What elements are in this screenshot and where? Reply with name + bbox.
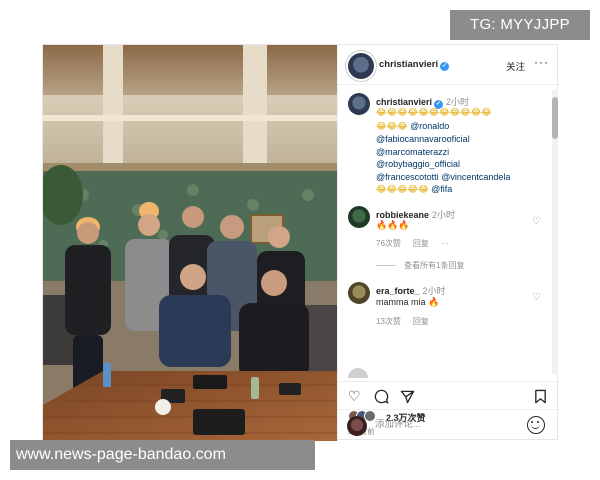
- comment-time: 2小时: [432, 210, 456, 220]
- laughing-emoji-row: 😂😂😂😂😂: [376, 185, 429, 195]
- laughing-emoji-row: 😂😂😂: [376, 121, 408, 132]
- comment-username-text[interactable]: era_forte_: [376, 286, 420, 296]
- group-photo-image: [43, 45, 337, 441]
- view-replies-button[interactable]: 查看所有1条回复: [376, 260, 464, 271]
- send-icon[interactable]: [400, 389, 415, 408]
- comment-meta: 13次赞 回复: [376, 316, 441, 327]
- comments-scroll-area[interactable]: christianvieri ✓ 2小时 😂😂😂😂😂😂😂😂😂😂😂 😂😂😂 @rona…: [338, 86, 560, 378]
- caption-username-text[interactable]: christianvieri: [376, 97, 432, 107]
- comment-avatar[interactable]: [348, 282, 370, 304]
- mention-fifa[interactable]: @fifa: [431, 184, 452, 194]
- comment-icon[interactable]: [374, 389, 389, 408]
- comment-more-icon[interactable]: ···: [441, 239, 449, 248]
- mention-cannavaro[interactable]: @fabiocannavarooficial: [376, 133, 546, 146]
- watermark-bottom: www.news-page-bandao.com: [10, 440, 315, 470]
- watermark-top: TG: MYYJJPP: [450, 10, 590, 40]
- add-comment-input[interactable]: [375, 419, 515, 430]
- smiley-icon[interactable]: [527, 416, 545, 434]
- comment-reply-button[interactable]: 回复: [413, 239, 429, 248]
- post-photo[interactable]: [43, 45, 337, 441]
- caption-avatar[interactable]: [348, 93, 370, 115]
- comment-text-body: mamma mia: [376, 297, 426, 307]
- follow-button[interactable]: 关注: [506, 59, 525, 73]
- heart-icon[interactable]: ♡: [348, 389, 361, 405]
- comment-username-text[interactable]: robbiekeane: [376, 210, 429, 220]
- caption-time: 2小时: [446, 97, 470, 107]
- viewer-avatar: [347, 416, 367, 436]
- comment-likes-count[interactable]: 13次赞: [376, 317, 401, 326]
- comment-meta: 76次赞 回复 ···: [376, 238, 461, 249]
- post-side-panel: christianvieri ✓ 关注 ··· christianvieri ✓ 2小…: [337, 45, 560, 441]
- caption-text: 😂😂😂😂😂😂😂😂😂😂😂 😂😂😂 @ronaldo @fabiocannavaro…: [376, 107, 546, 197]
- verified-badge-icon: ✓: [440, 62, 450, 71]
- author-avatar[interactable]: [348, 53, 374, 79]
- add-comment-row: [337, 409, 559, 441]
- comment-like-heart-icon[interactable]: ♡: [532, 292, 541, 303]
- mention-candela[interactable]: @vincentcandela: [441, 172, 510, 182]
- comment-reply-button[interactable]: 回复: [413, 317, 429, 326]
- author-username-text[interactable]: christianvieri: [379, 59, 438, 70]
- instagram-post-card: christianvieri ✓ 关注 ··· christianvieri ✓ 2小…: [42, 44, 560, 441]
- mention-ronaldo[interactable]: @ronaldo: [410, 121, 449, 131]
- comment-likes-count[interactable]: 76次赞: [376, 239, 401, 248]
- laughing-emoji-row: 😂😂😂😂😂😂😂😂😂😂😂: [376, 108, 492, 118]
- bookmark-icon[interactable]: [534, 389, 547, 408]
- comment-avatar[interactable]: [348, 368, 368, 378]
- scrollbar-thumb[interactable]: [552, 97, 558, 139]
- comment-time: 2小时: [422, 286, 446, 296]
- comment-text: mamma mia 🔥: [376, 296, 439, 310]
- fire-emoji: 🔥: [428, 298, 440, 308]
- mention-materazzi[interactable]: @marcomaterazzi: [376, 146, 546, 159]
- mention-baggio[interactable]: @robybaggio_official: [376, 158, 546, 171]
- comment-text: 🔥🔥🔥: [376, 221, 410, 231]
- comment-like-heart-icon[interactable]: ♡: [532, 216, 541, 227]
- more-options-icon[interactable]: ···: [534, 55, 549, 69]
- author-username[interactable]: christianvieri ✓: [379, 59, 450, 71]
- post-header: christianvieri ✓ 关注 ···: [338, 45, 560, 85]
- mention-totti[interactable]: @francescototti: [376, 172, 439, 182]
- comment-avatar[interactable]: [348, 206, 370, 228]
